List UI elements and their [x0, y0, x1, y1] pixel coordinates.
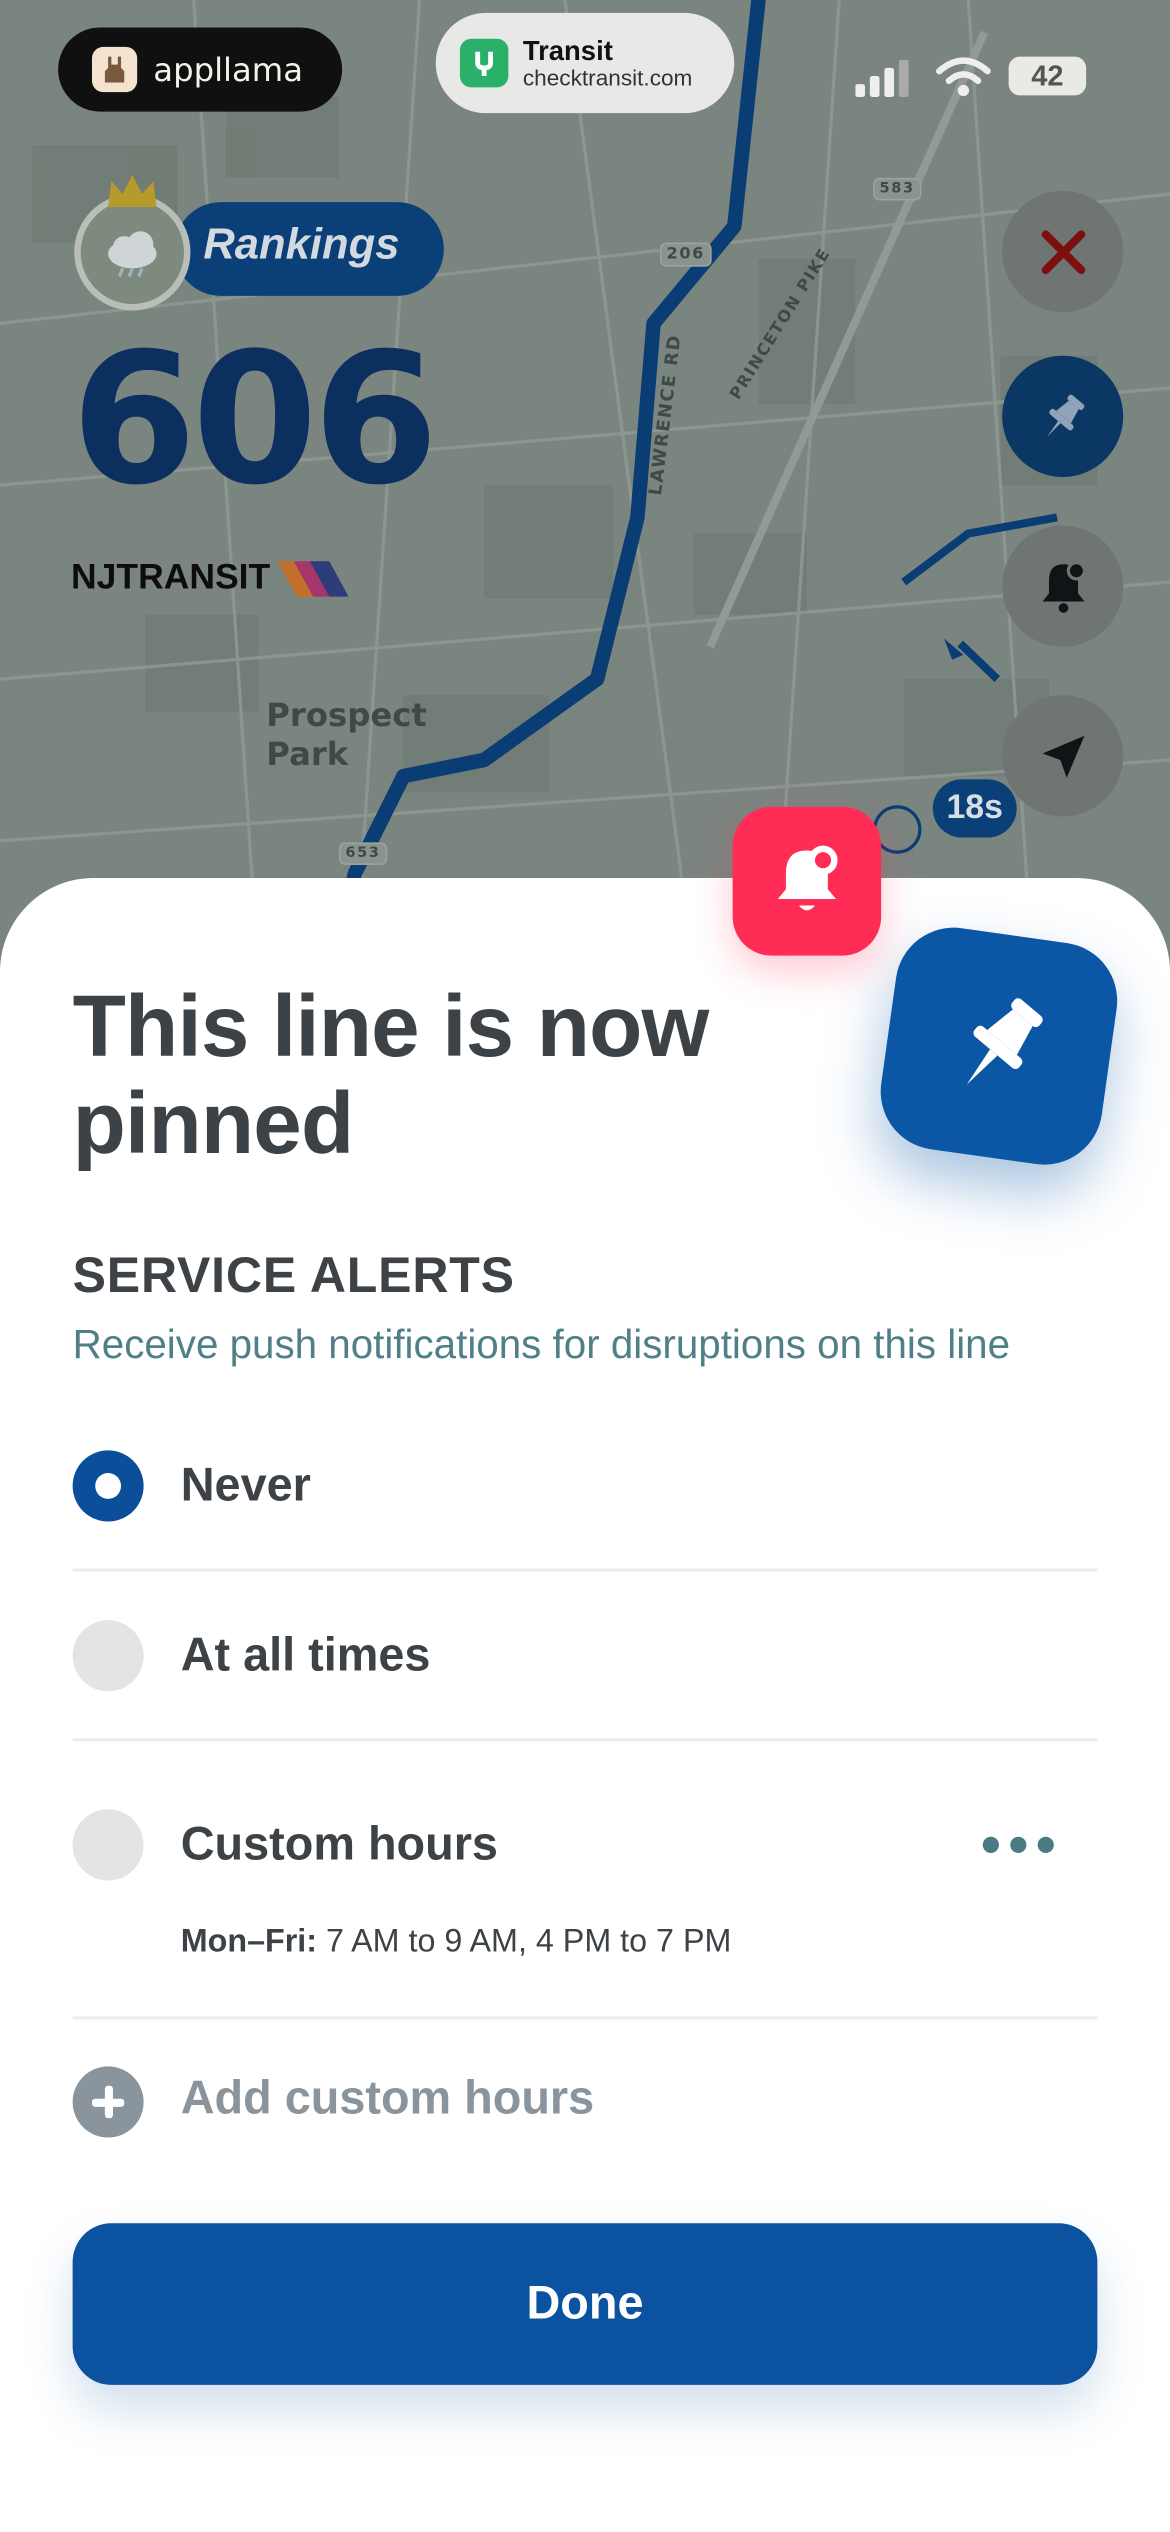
more-options-button[interactable] [982, 1829, 1060, 1861]
divider [72, 1568, 1098, 1572]
pushpin-icon [966, 998, 1043, 1085]
more-dot-icon [982, 1836, 999, 1853]
agency-stripes-icon [277, 561, 349, 597]
map-shield: 206 [660, 242, 712, 267]
bell-icon [1041, 560, 1086, 612]
option-never[interactable]: Never [72, 1450, 1098, 1531]
locate-button[interactable] [1002, 695, 1124, 817]
rankings-label: Rankings [203, 219, 400, 269]
sheet-title: This line is now pinned [72, 978, 710, 1173]
transit-app-name: Transit [522, 35, 613, 66]
radio-unselected[interactable] [72, 1620, 144, 1692]
alert-badge [732, 806, 882, 956]
bell-alert-icon [777, 845, 838, 911]
more-dot-icon [1037, 1836, 1054, 1853]
agency-label: NJTRANSIT [71, 556, 271, 597]
radio-unselected[interactable] [72, 1809, 144, 1881]
service-alerts-heading: SERVICE ALERTS [72, 1246, 515, 1304]
close-button[interactable] [1002, 190, 1124, 313]
status-icons: 42 [855, 53, 1097, 102]
screen: LAWRENCE RD PRINCETON PIKE 206 583 653 P… [0, 0, 1170, 2532]
option-label: Never [180, 1460, 311, 1512]
crown-icon [108, 174, 157, 207]
llama-logo-icon [91, 46, 138, 93]
transit-app-url: checktransit.com [522, 63, 693, 90]
more-dot-icon [1010, 1836, 1027, 1853]
cloud-avatar-icon [108, 231, 157, 278]
wifi-icon [936, 57, 991, 97]
pin-button[interactable] [1002, 355, 1124, 477]
avatar[interactable] [74, 194, 191, 311]
pin-icon [1046, 393, 1084, 437]
transit-url-pill[interactable]: Transit checktransit.com [435, 12, 735, 114]
map-shield: 653 [338, 842, 387, 866]
signal-icon [855, 59, 909, 98]
map-place-label: Prospect Park [266, 695, 427, 773]
radio-selected[interactable] [72, 1450, 144, 1522]
location-arrow-icon [1041, 734, 1084, 777]
alerts-button[interactable] [1002, 525, 1124, 647]
close-icon [1040, 229, 1085, 274]
option-custom-hours[interactable]: Custom hours [72, 1809, 1098, 1890]
divider [72, 1738, 1098, 1742]
rankings-badge[interactable]: Rankings [174, 202, 444, 296]
transit-logo-icon [459, 38, 509, 88]
option-label: At all times [180, 1629, 431, 1682]
battery-indicator: 42 [1008, 56, 1087, 96]
add-icon[interactable] [72, 2066, 144, 2138]
appllama-pill: appllama [58, 27, 343, 112]
route-number: 606 [71, 315, 439, 526]
divider [72, 2016, 1098, 2020]
service-alerts-subtitle: Receive push notifications for disruptio… [72, 1322, 1011, 1368]
add-custom-hours-button[interactable]: Add custom hours [181, 2073, 594, 2126]
done-button[interactable]: Done [72, 2223, 1098, 2385]
custom-hours-schedule: Mon–Fri: 7 AM to 9 AM, 4 PM to 7 PM [181, 1924, 732, 1961]
vehicle-eta-badge: 18s [932, 779, 1017, 838]
appllama-label: appllama [153, 50, 304, 89]
custom-hours-times: 7 AM to 9 AM, 4 PM to 7 PM [325, 1924, 732, 1960]
map-shield: 583 [873, 177, 922, 201]
option-label: Custom hours [180, 1819, 498, 1871]
agency-logo: NJTRANSIT [71, 556, 349, 598]
option-at-all-times[interactable]: At all times [72, 1620, 1098, 1701]
custom-hours-days: Mon–Fri: [180, 1924, 318, 1960]
pinned-badge [873, 920, 1125, 1173]
